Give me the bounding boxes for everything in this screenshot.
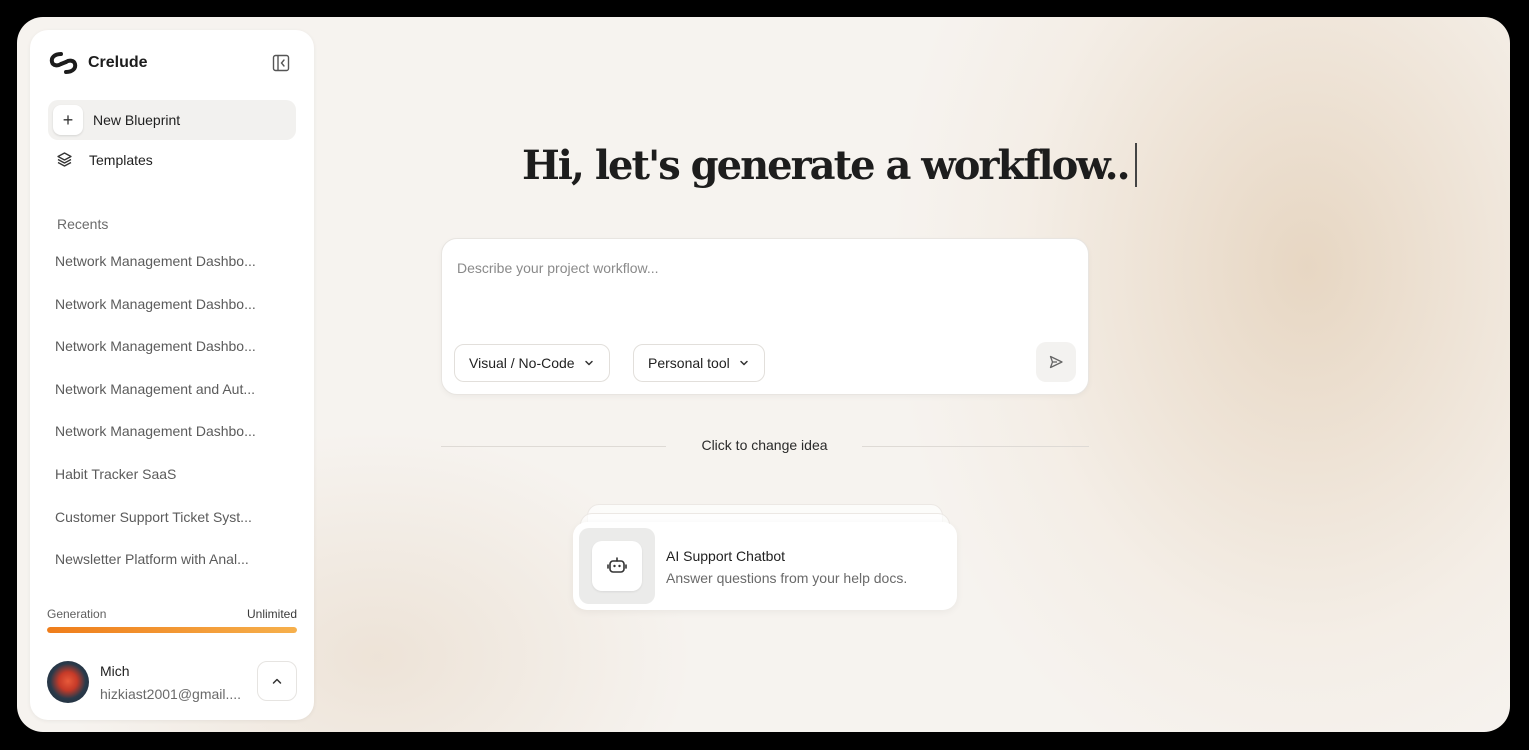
chevron-down-icon xyxy=(584,360,593,366)
sidebar-collapse-icon xyxy=(272,54,290,72)
generation-progress-fill xyxy=(47,627,297,633)
text-caret xyxy=(1134,143,1137,187)
chevron-down-icon xyxy=(739,360,748,366)
recent-item[interactable]: Newsletter Platform with Anal... xyxy=(55,544,295,587)
build-type-dropdown[interactable]: Visual / No-Code xyxy=(454,344,610,382)
recent-item[interactable]: Network Management Dashbo... xyxy=(55,289,295,332)
user-email: hizkiast2001@gmail.... xyxy=(100,686,242,702)
divider-left xyxy=(441,446,666,447)
brand[interactable]: Crelude xyxy=(48,50,148,76)
user-name: Mich xyxy=(100,663,130,679)
audience-label: Personal tool xyxy=(648,355,730,371)
idea-card-icon-wrap xyxy=(579,528,655,604)
idea-card[interactable]: AI Support Chatbot Answer questions from… xyxy=(573,522,957,610)
plus-icon: + xyxy=(53,105,83,135)
recents-heading: Recents xyxy=(57,216,109,232)
robot-icon xyxy=(592,541,642,591)
generation-progress-bar xyxy=(47,627,297,633)
templates-label: Templates xyxy=(89,151,153,168)
collapse-sidebar-button[interactable] xyxy=(270,52,292,74)
chevron-up-icon xyxy=(272,678,282,684)
generation-label: Generation xyxy=(47,607,107,621)
layers-icon xyxy=(57,152,72,167)
prompt-input[interactable] xyxy=(457,257,1067,279)
recent-item[interactable]: Network Management Dashbo... xyxy=(55,416,295,459)
app-name: Crelude xyxy=(88,54,148,71)
recent-item[interactable]: Habit Tracker SaaS xyxy=(55,459,295,502)
idea-card-description: Answer questions from your help docs. xyxy=(666,570,908,586)
divider-right xyxy=(862,446,1089,447)
idea-card-title: AI Support Chatbot xyxy=(666,548,786,564)
app-window: Crelude + New Blueprint Templates Recent… xyxy=(17,17,1510,732)
generation-value: Unlimited xyxy=(246,607,297,621)
page-title: Hi, let's generate a workflow.. xyxy=(522,142,1137,189)
avatar[interactable] xyxy=(47,661,89,703)
recent-item[interactable]: Customer Support Ticket Syst... xyxy=(55,502,295,545)
crelude-logo-icon xyxy=(49,52,78,74)
user-menu-button[interactable] xyxy=(257,661,297,701)
change-idea-button[interactable]: Click to change idea xyxy=(672,437,857,453)
build-type-label: Visual / No-Code xyxy=(469,355,575,371)
new-blueprint-button[interactable]: + New Blueprint xyxy=(48,100,296,140)
recents-list: Network Management Dashbo... Network Man… xyxy=(55,246,295,587)
recent-item[interactable]: Network Management Dashbo... xyxy=(55,331,295,374)
new-blueprint-label: New Blueprint xyxy=(93,112,181,128)
recent-item[interactable]: Network Management Dashbo... xyxy=(55,246,295,289)
templates-link[interactable]: Templates xyxy=(56,151,153,168)
sidebar: Crelude + New Blueprint Templates Recent… xyxy=(30,30,314,720)
prompt-box: Visual / No-Code Personal tool xyxy=(441,238,1089,395)
recent-item[interactable]: Network Management and Aut... xyxy=(55,374,295,417)
page-title-text: Hi, let's generate a workflow.. xyxy=(522,142,1131,189)
send-icon xyxy=(1049,355,1063,369)
audience-dropdown[interactable]: Personal tool xyxy=(633,344,765,382)
send-button[interactable] xyxy=(1036,342,1076,382)
